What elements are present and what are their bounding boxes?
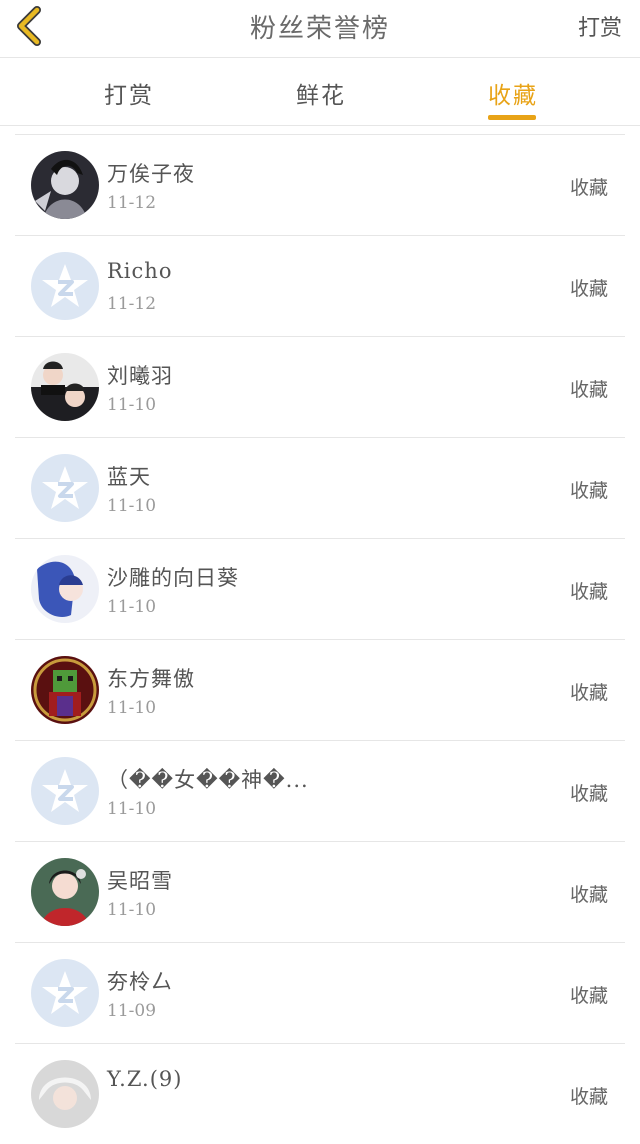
list-item[interactable]: （��女��神�... 11-10 收藏 bbox=[15, 740, 625, 841]
action-type: 收藏 bbox=[569, 682, 608, 704]
action-type: 收藏 bbox=[569, 783, 608, 805]
avatar bbox=[31, 757, 99, 825]
action-type: 收藏 bbox=[569, 985, 608, 1007]
action-type: 收藏 bbox=[569, 480, 608, 502]
list-item[interactable]: Y.Z.(9) 收藏 bbox=[15, 1043, 625, 1144]
default-qq-icon bbox=[31, 454, 99, 522]
avatar bbox=[31, 656, 99, 724]
fan-date: 11-10 bbox=[107, 597, 157, 617]
fan-date: 11-12 bbox=[107, 294, 157, 314]
default-qq-icon bbox=[31, 757, 99, 825]
fan-list: 万俟子夜 11-12 收藏 Richo 11-12 收藏 刘曦羽 11-10 收… bbox=[15, 134, 625, 1144]
list-item[interactable]: 东方舞傲 11-10 收藏 bbox=[15, 639, 625, 740]
action-type: 收藏 bbox=[569, 1086, 608, 1108]
list-item[interactable]: 刘曦羽 11-10 收藏 bbox=[15, 336, 625, 437]
fan-date: 11-10 bbox=[107, 395, 157, 415]
fan-name: 万俟子夜 bbox=[107, 162, 195, 186]
fan-name: 夯柃厶 bbox=[107, 970, 173, 994]
fan-name: 吴昭雪 bbox=[107, 869, 173, 893]
active-tab-indicator bbox=[488, 115, 536, 120]
fan-name: 蓝天 bbox=[107, 465, 151, 489]
list-item[interactable]: Richo 11-12 收藏 bbox=[15, 235, 625, 336]
fan-name: （��女��神�... bbox=[107, 768, 309, 792]
fan-name: Y.Z.(9) bbox=[107, 1067, 183, 1091]
list-item[interactable]: 夯柃厶 11-09 收藏 bbox=[15, 942, 625, 1043]
action-type: 收藏 bbox=[569, 884, 608, 906]
fan-date: 11-12 bbox=[107, 193, 157, 213]
avatar bbox=[31, 1060, 99, 1128]
avatar bbox=[31, 858, 99, 926]
avatar bbox=[31, 959, 99, 1027]
fan-date: 11-10 bbox=[107, 496, 157, 516]
tab-flowers[interactable]: 鲜花 bbox=[296, 76, 346, 110]
fan-name: Richo bbox=[107, 259, 173, 283]
action-type: 收藏 bbox=[569, 177, 608, 199]
chevron-left-icon bbox=[17, 6, 41, 46]
fan-name: 东方舞傲 bbox=[107, 667, 195, 691]
back-button[interactable] bbox=[10, 6, 50, 46]
fan-name: 沙雕的向日葵 bbox=[107, 566, 239, 590]
fan-date: 11-10 bbox=[107, 900, 157, 920]
action-type: 收藏 bbox=[569, 379, 608, 401]
page-title: 粉丝荣誉榜 bbox=[249, 14, 390, 44]
list-item[interactable]: 吴昭雪 11-10 收藏 bbox=[15, 841, 625, 942]
default-qq-icon bbox=[31, 252, 99, 320]
list-item[interactable]: 蓝天 11-10 收藏 bbox=[15, 437, 625, 538]
top-bar: 粉丝荣誉榜 打赏 bbox=[0, 0, 640, 58]
fan-name: 刘曦羽 bbox=[107, 364, 173, 388]
action-type: 收藏 bbox=[569, 581, 608, 603]
avatar bbox=[31, 151, 99, 219]
avatar bbox=[31, 454, 99, 522]
tab-reward[interactable]: 打赏 bbox=[104, 76, 154, 110]
reward-button[interactable]: 打赏 bbox=[578, 10, 622, 42]
avatar bbox=[31, 353, 99, 421]
fan-date: 11-10 bbox=[107, 799, 157, 819]
fan-date: 11-10 bbox=[107, 698, 157, 718]
avatar bbox=[31, 555, 99, 623]
action-type: 收藏 bbox=[569, 278, 608, 300]
tab-favorites[interactable]: 收藏 bbox=[488, 76, 538, 110]
avatar bbox=[31, 252, 99, 320]
list-item[interactable]: 沙雕的向日葵 11-10 收藏 bbox=[15, 538, 625, 639]
fan-date: 11-09 bbox=[107, 1001, 157, 1021]
tab-bar: 打赏 鲜花 收藏 bbox=[0, 58, 640, 126]
list-item[interactable]: 万俟子夜 11-12 收藏 bbox=[15, 134, 625, 235]
default-qq-icon bbox=[31, 959, 99, 1027]
